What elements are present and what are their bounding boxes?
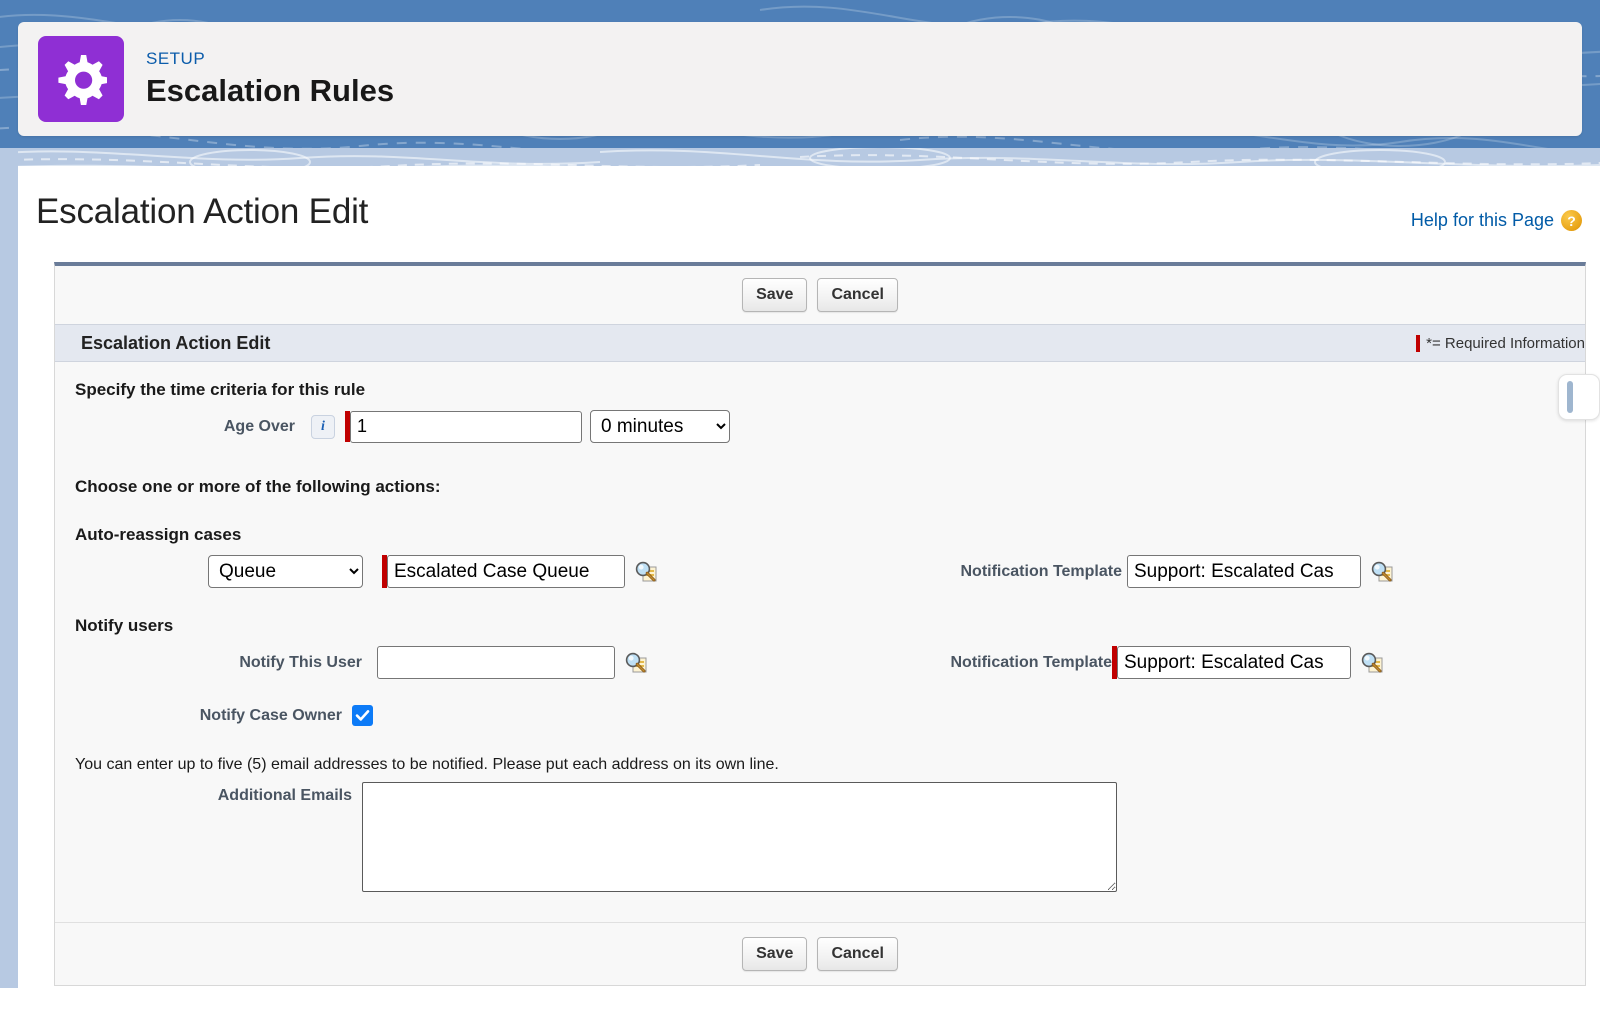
bottom-button-bar: Save Cancel: [55, 922, 1585, 985]
actions-group-title: Choose one or more of the following acti…: [75, 477, 441, 496]
setup-eyebrow: SETUP: [146, 48, 206, 68]
lookup-search-icon-template-1[interactable]: [1370, 560, 1394, 584]
gear-icon: [38, 36, 124, 122]
section-header-title: Escalation Action Edit: [81, 332, 271, 353]
notify-case-owner-checkbox[interactable]: [352, 705, 373, 726]
setup-header-card: SETUP Escalation Rules: [18, 22, 1582, 136]
required-legend-text: = Required Information: [1431, 334, 1585, 352]
help-for-this-page[interactable]: Help for this Page ?: [1411, 210, 1582, 231]
assign-to-type-select[interactable]: UserQueue: [208, 555, 363, 588]
notification-template-label-1: Notification Template: [960, 562, 1123, 580]
time-criteria-group-title: Specify the time criteria for this rule: [75, 380, 366, 399]
page-heading-row: Escalation Action Edit Help for this Pag…: [36, 192, 1582, 250]
setup-title: Escalation Rules: [146, 72, 395, 108]
cancel-button-top[interactable]: Cancel: [817, 278, 898, 312]
additional-emails-row: Additional Emails: [55, 782, 1585, 892]
additional-emails-label: Additional Emails: [217, 787, 352, 804]
page-root: SETUP Escalation Rules Escalation Action…: [0, 0, 1600, 1015]
notification-template-input-2[interactable]: [1117, 646, 1351, 679]
notify-case-owner-label: Notify Case Owner: [199, 706, 342, 724]
notification-template-label-2: Notification Template: [950, 653, 1113, 671]
assign-to-value-input[interactable]: [387, 555, 625, 588]
age-over-row: Age Over i 0 minutes5 minutes10 minutes1…: [55, 410, 1585, 443]
required-marker-bar-icon: [1416, 334, 1421, 352]
save-button-bottom[interactable]: Save: [742, 937, 808, 971]
scrollbar-thumb[interactable]: [1567, 381, 1573, 413]
page-title: Escalation Action Edit: [36, 192, 369, 231]
content-sheet: Escalation Action Edit Help for this Pag…: [18, 166, 1600, 1015]
additional-emails-textarea[interactable]: [362, 782, 1117, 892]
lookup-search-icon-template-2[interactable]: [1360, 651, 1384, 675]
cancel-button-bottom[interactable]: Cancel: [817, 937, 898, 971]
edge-scrollbar-artifact[interactable]: [1558, 374, 1600, 420]
info-icon[interactable]: i: [311, 414, 335, 439]
top-button-bar: Save Cancel: [55, 266, 1585, 324]
notify-this-user-input[interactable]: [377, 646, 615, 679]
auto-reassign-row: UserQueue: [55, 555, 1585, 588]
additional-emails-helper-text: You can enter up to five (5) email addre…: [75, 756, 779, 773]
section-header: Escalation Action Edit * = Required Info…: [55, 324, 1585, 362]
notification-template-input-1[interactable]: [1127, 555, 1361, 588]
notify-this-user-row: Notify This User Notification Template S…: [55, 646, 1585, 679]
notify-this-user-label: Notify This User: [239, 653, 362, 671]
lookup-search-icon-notify-user[interactable]: [624, 651, 648, 675]
age-over-label: Age Over: [223, 417, 295, 435]
question-mark-icon[interactable]: ?: [1561, 210, 1582, 231]
left-background-rail: [0, 148, 18, 988]
form-body: Specify the time criteria for this rule …: [55, 362, 1585, 922]
escalation-action-edit-panel: Save Cancel Escalation Action Edit * = R…: [54, 262, 1586, 986]
lookup-search-icon-assign[interactable]: [634, 560, 658, 584]
required-information-legend: * = Required Information: [1416, 334, 1585, 352]
age-over-minutes-select[interactable]: 0 minutes5 minutes10 minutes15 minutes20…: [590, 410, 730, 443]
auto-reassign-cases-title: Auto-reassign cases: [75, 525, 242, 544]
notify-users-title: Notify users: [75, 616, 174, 635]
notify-case-owner-row: Notify Case Owner: [55, 705, 1585, 726]
help-link-label[interactable]: Help for this Page: [1411, 210, 1554, 231]
save-button-top[interactable]: Save: [742, 278, 808, 312]
age-over-input[interactable]: [350, 410, 582, 443]
